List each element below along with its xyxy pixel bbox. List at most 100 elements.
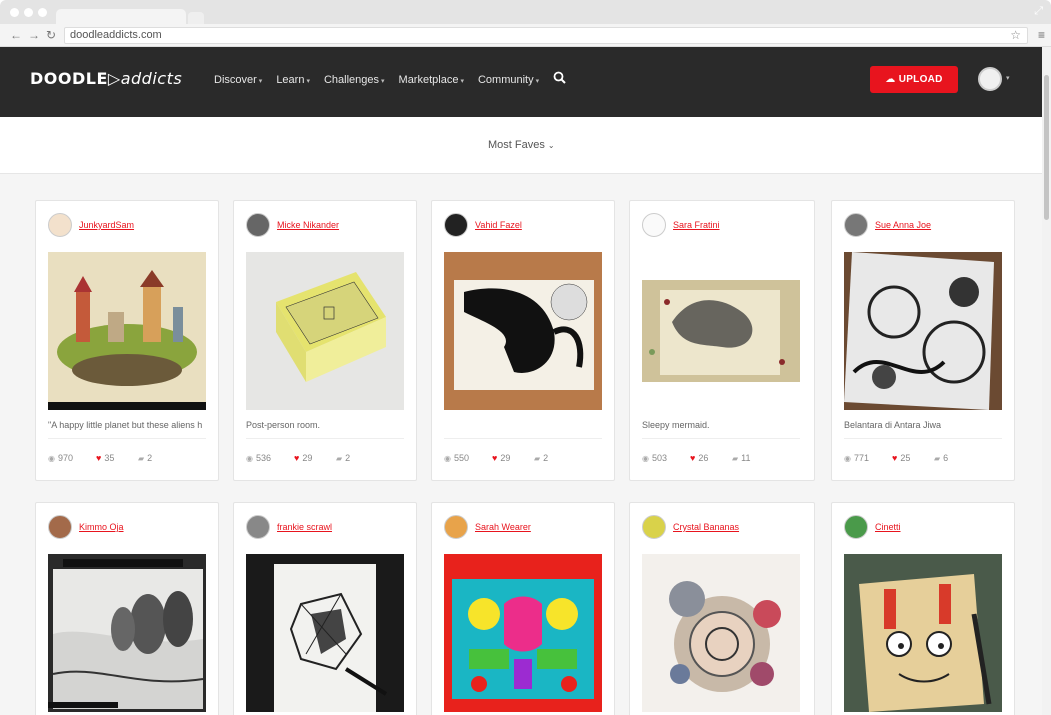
- browser-tab[interactable]: [56, 9, 186, 24]
- doodle-card[interactable]: Kimmo Oja: [35, 502, 219, 715]
- user-avatar[interactable]: [642, 213, 666, 237]
- username-link[interactable]: Cinetti: [875, 522, 901, 532]
- eye-icon: ◉: [444, 453, 451, 463]
- comment-icon[interactable]: ▰: [336, 454, 342, 463]
- upload-button[interactable]: ☁ UPLOAD: [870, 66, 958, 93]
- username-link[interactable]: Sue Anna Joe: [875, 220, 931, 230]
- comment-icon[interactable]: ▰: [138, 454, 144, 463]
- artwork-thumbnail[interactable]: [48, 554, 206, 712]
- sort-bar: Most Faves ⌄: [0, 117, 1042, 174]
- doodle-card[interactable]: Cinetti: [831, 502, 1015, 715]
- nav-label: Community: [477, 74, 534, 86]
- username-link[interactable]: Crystal Bananas: [673, 522, 739, 532]
- comments-count: 11: [741, 453, 751, 463]
- upload-label: UPLOAD: [898, 74, 943, 85]
- comments-count: 2: [147, 453, 153, 463]
- address-bar[interactable]: doodleaddicts.com ☆: [64, 27, 1028, 44]
- artwork-caption: Post-person room.: [246, 420, 321, 430]
- artwork-thumbnail[interactable]: [48, 252, 206, 410]
- divider: [246, 438, 404, 439]
- artwork-stats: ◉ 970 ♥ 35 ▰ 2: [48, 453, 208, 463]
- user-avatar[interactable]: [844, 515, 868, 539]
- artwork-thumbnail[interactable]: [246, 554, 404, 712]
- user-avatar[interactable]: [246, 213, 270, 237]
- artwork-thumbnail[interactable]: [246, 252, 404, 410]
- divider: [844, 438, 1002, 439]
- caret-down-icon: ▾: [258, 78, 263, 85]
- user-menu-caret-icon[interactable]: ▾: [1006, 74, 1010, 82]
- user-avatar[interactable]: [642, 515, 666, 539]
- doodle-card[interactable]: Sara Fratini Sleepy mermaid. ◉ 503 ♥ 26 ▰ 1…: [629, 200, 815, 481]
- heart-icon[interactable]: ♥: [294, 453, 299, 463]
- zoom-dot[interactable]: [38, 8, 47, 17]
- artwork-thumbnail[interactable]: [642, 554, 800, 712]
- faves-count: 29: [500, 453, 511, 463]
- divider: [444, 438, 602, 439]
- user-avatar[interactable]: [48, 213, 72, 237]
- username-link[interactable]: Kimmo Oja: [79, 522, 124, 532]
- site-logo[interactable]: DOODLE▷addicts: [30, 69, 182, 88]
- heart-icon[interactable]: ♥: [96, 453, 101, 463]
- username-link[interactable]: frankie scrawl: [277, 522, 332, 532]
- user-avatar[interactable]: [978, 67, 1002, 91]
- browser-titlebar: ⤢: [0, 0, 1051, 24]
- logo-text-addicts: addicts: [120, 69, 183, 88]
- username-link[interactable]: JunkyardSam: [79, 220, 134, 230]
- doodle-card[interactable]: Sarah Wearer: [431, 502, 615, 715]
- user-avatar[interactable]: [246, 515, 270, 539]
- views-count: 503: [651, 453, 668, 463]
- doodle-card[interactable]: Vahid Fazel ◉ 550 ♥ 29 ▰ 2: [431, 200, 615, 481]
- nav-learn[interactable]: Learn ▾: [276, 74, 310, 86]
- user-avatar[interactable]: [444, 515, 468, 539]
- artwork-thumbnail[interactable]: [844, 252, 1002, 410]
- forward-icon[interactable]: →: [28, 28, 40, 42]
- reload-icon[interactable]: ↻: [46, 28, 56, 42]
- heart-icon[interactable]: ♥: [492, 453, 497, 463]
- eye-icon: ◉: [48, 453, 55, 463]
- search-icon[interactable]: [553, 71, 566, 87]
- comment-icon[interactable]: ▰: [934, 454, 940, 463]
- username-link[interactable]: Sarah Wearer: [475, 522, 531, 532]
- heart-icon[interactable]: ♥: [892, 453, 897, 463]
- close-dot[interactable]: [10, 8, 19, 17]
- username-link[interactable]: Micke Nikander: [277, 220, 339, 230]
- user-avatar[interactable]: [444, 213, 468, 237]
- sort-dropdown[interactable]: Most Faves ⌄: [488, 139, 555, 151]
- username-link[interactable]: Sara Fratini: [673, 220, 720, 230]
- username-link[interactable]: Vahid Fazel: [475, 220, 522, 230]
- fullscreen-icon[interactable]: ⤢: [1034, 5, 1043, 18]
- caret-down-icon: ▾: [460, 78, 464, 85]
- back-icon[interactable]: ←: [10, 28, 22, 42]
- window-controls[interactable]: [10, 8, 47, 17]
- nav-challenges[interactable]: Challenges ▾: [324, 74, 385, 86]
- artwork-thumbnail[interactable]: [844, 554, 1002, 712]
- doodle-card[interactable]: Micke Nikander Post-person room. ◉ 536 ♥ 2…: [233, 200, 417, 481]
- divider: [642, 438, 800, 439]
- nav-community[interactable]: Community ▾: [478, 74, 539, 86]
- bookmark-star-icon[interactable]: ☆: [1010, 28, 1021, 43]
- user-avatar[interactable]: [844, 213, 868, 237]
- faves-count: 26: [698, 453, 709, 463]
- artwork-caption: "A happy little planet but these aliens …: [48, 420, 203, 430]
- nav-discover[interactable]: Discover ▾: [214, 74, 262, 86]
- doodle-card[interactable]: frankie scrawl: [233, 502, 417, 715]
- browser-menu-icon[interactable]: ≡: [1038, 28, 1045, 42]
- scrollbar-thumb[interactable]: [1044, 75, 1049, 220]
- artwork-thumbnail[interactable]: [444, 252, 602, 410]
- new-tab-button[interactable]: [188, 12, 204, 24]
- minimize-dot[interactable]: [24, 8, 33, 17]
- artwork-thumbnail[interactable]: [642, 252, 800, 410]
- url-text: doodleaddicts.com: [70, 29, 162, 41]
- doodle-card[interactable]: Sue Anna Joe Belantara di Antara Jiwa ◉ 7…: [831, 200, 1015, 481]
- comment-icon[interactable]: ▰: [732, 454, 738, 463]
- page-scrollbar[interactable]: [1042, 47, 1051, 715]
- cloud-upload-icon: ☁: [885, 74, 896, 85]
- doodle-card[interactable]: Crystal Bananas: [629, 502, 815, 715]
- comment-icon[interactable]: ▰: [534, 454, 540, 463]
- doodle-card[interactable]: JunkyardSam "A happy little planet but t…: [35, 200, 219, 481]
- artwork-thumbnail[interactable]: [444, 554, 602, 712]
- faves-count: 29: [302, 453, 313, 463]
- heart-icon[interactable]: ♥: [690, 453, 695, 463]
- user-avatar[interactable]: [48, 515, 72, 539]
- nav-marketplace[interactable]: Marketplace ▾: [399, 74, 464, 86]
